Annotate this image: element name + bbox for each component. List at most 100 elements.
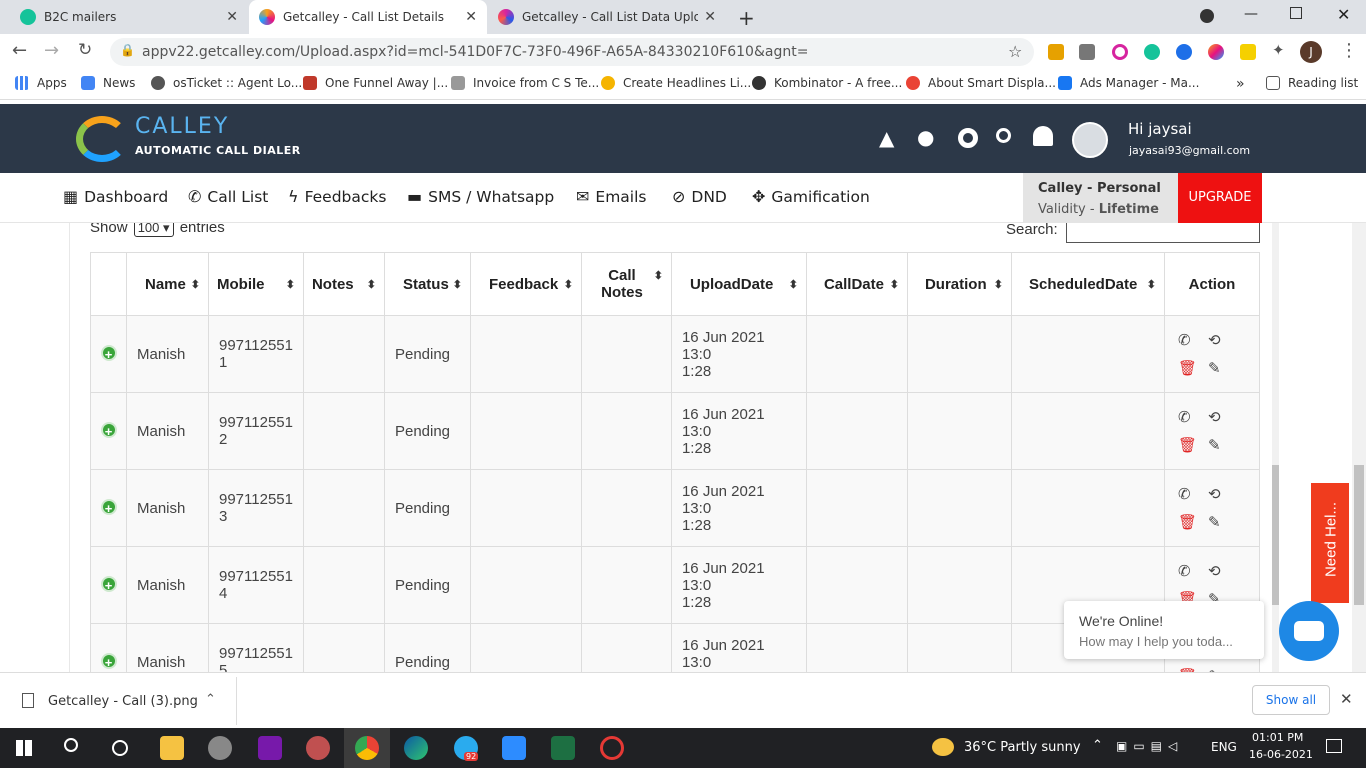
call-icon[interactable]: ✆ (1178, 485, 1208, 503)
tray-chevron-icon[interactable]: ⌃ (1092, 738, 1103, 753)
expand-row-icon[interactable]: + (100, 499, 117, 516)
app-icon[interactable] (208, 736, 232, 760)
call-icon[interactable]: ✆ (1178, 562, 1208, 580)
extension-icon[interactable] (1112, 44, 1128, 60)
history-icon[interactable]: ⟲ (1208, 485, 1238, 503)
url-input[interactable]: 🔒 appv22.getcalley.com/Upload.aspx?id=mc… (110, 38, 1034, 66)
column-header-call-notes[interactable]: Call Notes ⬍ (580, 252, 672, 316)
chat-bubble-icon[interactable] (1279, 601, 1339, 661)
nav-dashboard[interactable]: ▦ Dashboard (63, 187, 168, 206)
table-search-input[interactable] (1066, 223, 1260, 243)
profile-avatar[interactable]: J (1300, 41, 1322, 63)
close-icon[interactable]: ✕ (1340, 690, 1353, 708)
bookmark-headlines[interactable]: Create Headlines Li... (601, 76, 751, 90)
calley-extension-icon[interactable] (1208, 44, 1224, 60)
menu-kebab-icon[interactable]: ⋮ (1340, 40, 1358, 61)
extensions-puzzle-icon[interactable]: ✦ (1272, 41, 1285, 59)
grammarly-extension-icon[interactable] (1144, 44, 1160, 60)
zoom-icon[interactable] (502, 736, 526, 760)
chevron-up-icon[interactable]: ⌃ (205, 692, 216, 707)
bookmark-news[interactable]: News (81, 76, 135, 90)
call-icon[interactable]: ✆ (1178, 408, 1208, 426)
bookmark-invoice[interactable]: Invoice from C S Te... (451, 76, 599, 90)
search-icon[interactable] (996, 128, 1011, 143)
nav-sms-whatsapp[interactable]: ▬ SMS / Whatsapp (407, 187, 554, 206)
scrollbar-thumb[interactable] (1272, 465, 1279, 605)
column-header-upload-date[interactable]: UploadDate ⬍ (670, 252, 807, 316)
column-header-feedback[interactable]: Feedback ⬍ (469, 252, 582, 316)
nav-gamification[interactable]: ✥ Gamification (752, 187, 870, 206)
new-tab-icon[interactable]: + (738, 6, 755, 30)
extension-icon[interactable] (1176, 44, 1192, 60)
notification-bell-icon[interactable] (1033, 126, 1053, 146)
delete-icon[interactable]: 🗑 (1178, 513, 1208, 531)
android-icon[interactable]: ▲ (879, 126, 894, 150)
column-header-notes[interactable]: Notes ⬍ (302, 252, 385, 316)
cortana-icon[interactable] (112, 740, 128, 756)
call-icon[interactable]: ✆ (1178, 331, 1208, 349)
code-extension-icon[interactable] (1079, 44, 1095, 60)
notification-center-icon[interactable] (1326, 739, 1342, 753)
entries-select[interactable]: 100 ▾ (133, 223, 174, 237)
forward-icon[interactable]: → (44, 40, 59, 61)
show-all-button[interactable]: Show all (1252, 685, 1330, 715)
bookmark-one-funnel[interactable]: One Funnel Away |... (303, 76, 448, 90)
window-scrollbar[interactable] (1352, 223, 1366, 672)
bookmark-smart-display[interactable]: About Smart Displa... (906, 76, 1056, 90)
bookmark-apps[interactable]: Apps (15, 76, 67, 90)
download-filename[interactable]: Getcalley - Call (3).png (48, 694, 198, 709)
bookmark-kombinator[interactable]: Kombinator - A free... (752, 76, 902, 90)
nav-call-list[interactable]: ✆ Call List (188, 187, 268, 206)
column-header-mobile[interactable]: Mobile ⬍ (208, 252, 304, 316)
column-header-name[interactable]: Name ⬍ (126, 252, 209, 316)
edit-icon[interactable]: ✎ (1208, 436, 1238, 454)
search-icon[interactable] (64, 738, 78, 752)
column-header-status[interactable]: Status ⬍ (383, 252, 471, 316)
close-tab-icon[interactable]: ✕ (465, 9, 477, 25)
greeting[interactable]: Hi jaysai (1128, 120, 1192, 138)
support-lifebuoy-icon[interactable] (958, 128, 978, 148)
onenote-icon[interactable] (258, 736, 282, 760)
bookmarks-overflow[interactable]: » (1236, 76, 1245, 92)
chrome-active-slot[interactable] (344, 728, 390, 768)
need-help-tab[interactable]: Need Hel... (1311, 483, 1349, 603)
history-icon[interactable]: ⟲ (1208, 562, 1238, 580)
scrollbar-thumb[interactable] (1354, 465, 1364, 605)
history-icon[interactable]: ⟲ (1208, 331, 1238, 349)
upgrade-button[interactable]: UPGRADE (1178, 173, 1262, 223)
column-header-call-date[interactable]: CallDate ⬍ (805, 252, 908, 316)
calley-logo-icon[interactable] (76, 116, 128, 162)
tab-search-icon[interactable] (1200, 9, 1214, 23)
restore-icon[interactable] (1290, 7, 1302, 19)
reload-icon[interactable]: ↻ (78, 40, 92, 60)
column-header-duration[interactable]: Duration ⬍ (906, 252, 1012, 316)
extension-icon[interactable] (1240, 44, 1256, 60)
expand-row-icon[interactable]: + (100, 345, 117, 362)
bookmark-star-icon[interactable]: ☆ (1008, 42, 1022, 61)
edge-icon[interactable] (404, 736, 428, 760)
weather-text[interactable]: 36°C Partly sunny (964, 740, 1081, 755)
app-icon[interactable] (306, 736, 330, 760)
expand-row-icon[interactable]: + (100, 653, 117, 670)
reading-list[interactable]: Reading list (1266, 76, 1358, 90)
bookmark-ads-manager[interactable]: Ads Manager - Ma... (1058, 76, 1199, 90)
minimize-icon[interactable]: — (1244, 6, 1258, 22)
app-icon[interactable] (600, 736, 624, 760)
delete-icon[interactable]: 🗑 (1178, 359, 1208, 377)
chat-popup[interactable]: We're Online! How may I help you toda... (1064, 601, 1264, 659)
close-window-icon[interactable]: ✕ (1337, 5, 1350, 24)
file-explorer-icon[interactable] (160, 736, 184, 760)
back-icon[interactable]: ← (12, 40, 27, 61)
user-avatar[interactable] (1072, 122, 1108, 158)
edit-icon[interactable]: ✎ (1208, 513, 1238, 531)
expand-row-icon[interactable]: + (100, 576, 117, 593)
expand-row-icon[interactable]: + (100, 422, 117, 439)
nav-feedbacks[interactable]: ϟ Feedbacks (288, 187, 386, 206)
apple-icon[interactable]: ● (917, 125, 934, 149)
extension-icon[interactable] (1048, 44, 1064, 60)
column-header-scheduled-date[interactable]: ScheduledDate ⬍ (1010, 252, 1165, 316)
bookmark-osticket[interactable]: osTicket :: Agent Lo... (151, 76, 302, 90)
close-tab-icon[interactable]: ✕ (226, 9, 238, 25)
nav-emails[interactable]: ✉ Emails (576, 187, 647, 206)
windows-start-icon[interactable] (16, 740, 32, 756)
